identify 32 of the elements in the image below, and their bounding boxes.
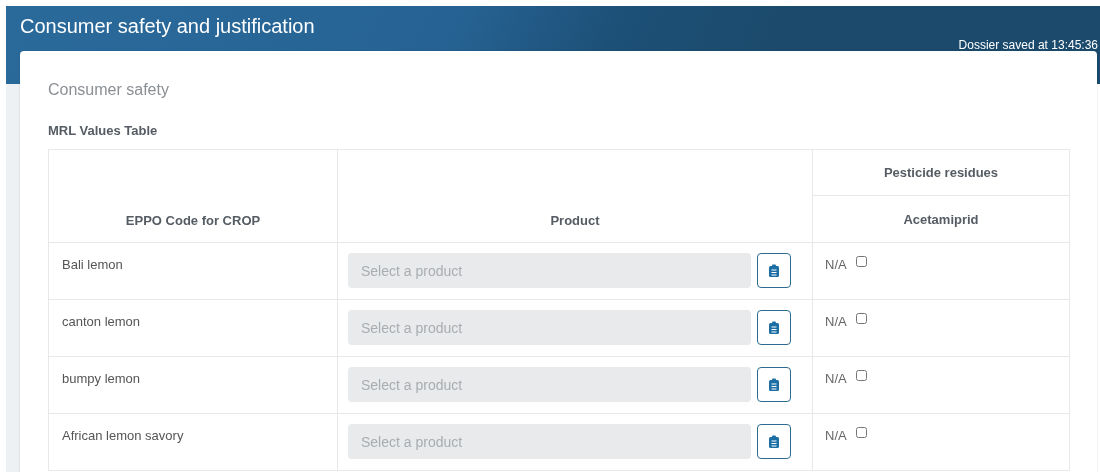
product-field[interactable]: Select a product <box>348 253 751 288</box>
clipboard-icon <box>769 435 779 448</box>
column-header: Acetamiprid <box>903 211 979 227</box>
crop-name: African lemon savory <box>62 428 184 443</box>
table-title: MRL Values Table <box>48 123 159 138</box>
value-text: N/A <box>825 257 847 272</box>
section-title: Consumer safety <box>48 81 170 99</box>
value-text: N/A <box>825 314 847 329</box>
clipboard-button[interactable] <box>757 310 791 345</box>
na-checkbox[interactable] <box>855 427 867 438</box>
value-text: N/A <box>825 371 847 386</box>
clipboard-icon <box>769 264 779 277</box>
na-checkbox[interactable] <box>855 256 867 267</box>
value-text: N/A <box>825 428 847 443</box>
page-title: Consumer safety and justification <box>20 15 315 38</box>
clipboard-icon <box>769 378 779 391</box>
save-status: Dossier saved at 13:45:36 <box>958 38 1098 52</box>
na-checkbox[interactable] <box>855 370 867 381</box>
product-field[interactable]: Select a product <box>348 424 751 459</box>
column-header: EPPO Code for CROP <box>125 213 261 228</box>
clipboard-button[interactable] <box>757 253 791 288</box>
na-checkbox[interactable] <box>855 313 867 324</box>
crop-name: bumpy lemon <box>62 371 141 386</box>
column-header: Product <box>550 213 600 228</box>
clipboard-button[interactable] <box>757 424 791 459</box>
column-group-header: Pesticide residues <box>883 165 999 180</box>
product-field[interactable]: Select a product <box>348 310 751 345</box>
clipboard-icon <box>769 321 779 334</box>
clipboard-button[interactable] <box>757 367 791 402</box>
product-field[interactable]: Select a product <box>348 367 751 402</box>
crop-name: canton lemon <box>62 314 141 329</box>
crop-name: Bali lemon <box>62 257 123 272</box>
